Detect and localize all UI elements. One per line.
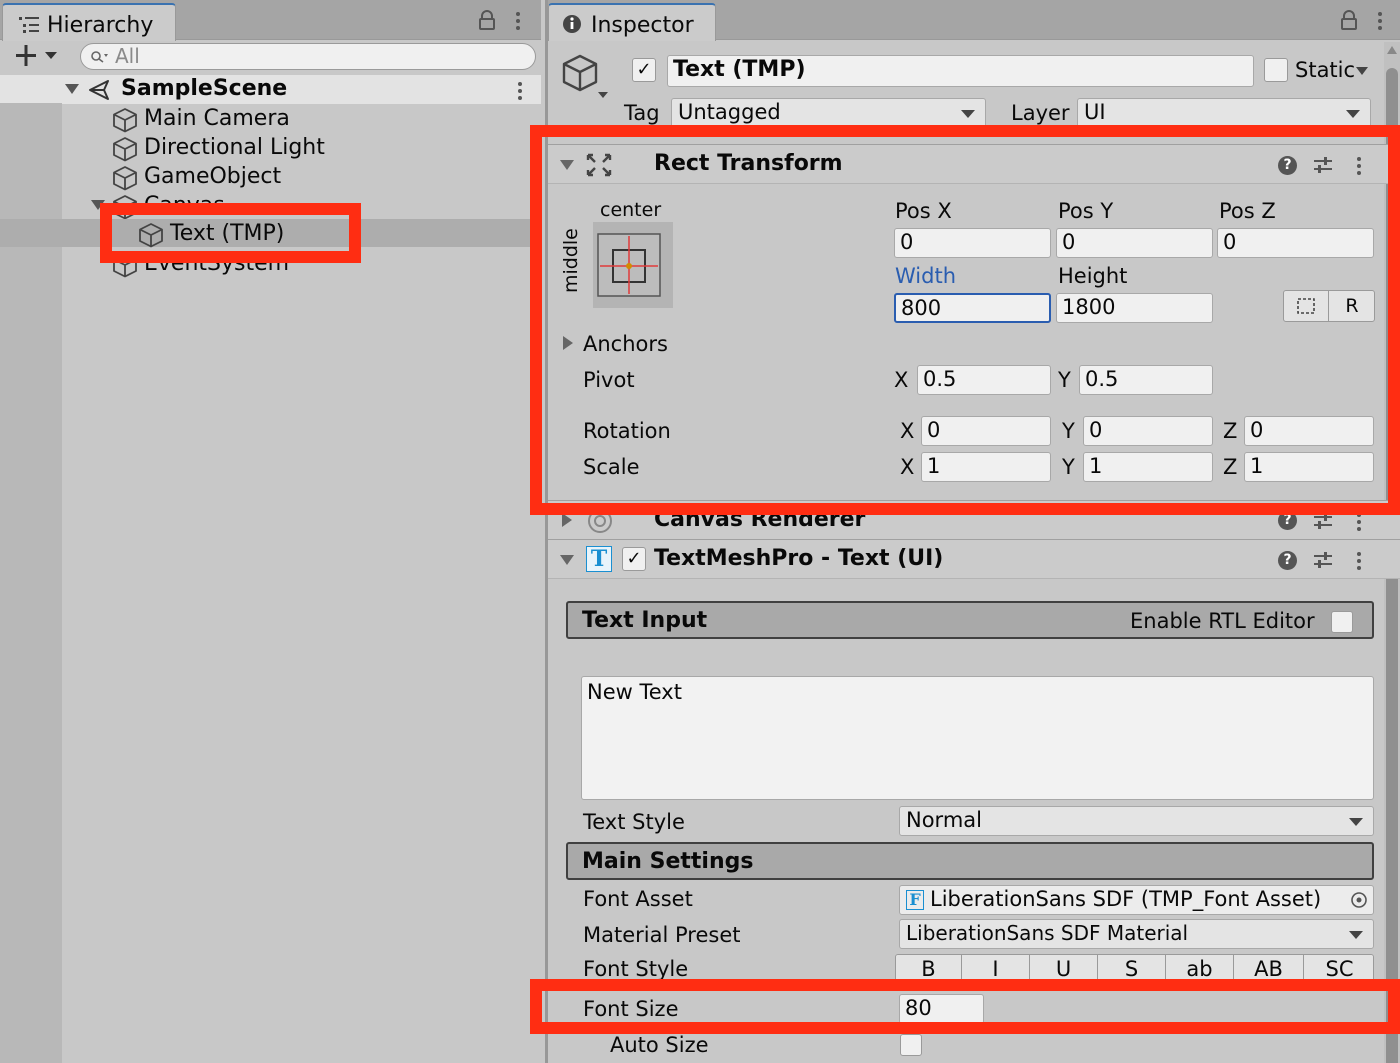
main-settings-label: Main Settings <box>582 849 754 874</box>
rtl-label: Enable RTL Editor <box>1130 609 1315 633</box>
hierarchy-item-main-camera[interactable]: Main Camera <box>0 104 541 133</box>
hierarchy-menu-icon[interactable] <box>516 19 520 23</box>
gameobject-cube-icon <box>113 137 137 162</box>
component-menu-icon[interactable] <box>1357 559 1361 563</box>
rtl-checkbox[interactable] <box>1331 611 1353 633</box>
material-preset-value: LiberationSans SDF Material <box>906 921 1189 945</box>
scene-menu-icon[interactable] <box>518 89 522 93</box>
presets-icon[interactable] <box>1312 550 1334 570</box>
tab-hierarchy[interactable]: Hierarchy <box>2 3 176 41</box>
text-input-section: Text Input Enable RTL Editor <box>566 601 1374 639</box>
gameobject-cube-icon <box>113 166 137 191</box>
tab-inspector[interactable]: Inspector <box>548 3 716 41</box>
hierarchy-item-gameobject[interactable]: GameObject <box>0 162 541 191</box>
font-asset-value: LiberationSans SDF (TMP_Font Asset) <box>930 887 1322 911</box>
tag-value: Untagged <box>678 100 781 124</box>
layer-value: UI <box>1084 100 1106 124</box>
item-label: Directional Light <box>144 135 325 160</box>
font-asset-field[interactable]: F LiberationSans SDF (TMP_Font Asset) <box>899 885 1374 915</box>
static-dropdown-icon[interactable] <box>1356 67 1368 75</box>
tmp-enabled-checkbox[interactable]: ✓ <box>622 547 646 571</box>
gameobject-cube-icon <box>113 108 137 133</box>
material-preset-dropdown[interactable]: LiberationSans SDF Material <box>899 919 1374 949</box>
info-icon <box>563 15 581 33</box>
auto-size-checkbox[interactable] <box>900 1034 922 1056</box>
tmp-header[interactable]: T ✓ TextMeshPro - Text (UI) ? <box>548 539 1400 579</box>
tmp-title: TextMeshPro - Text (UI) <box>654 546 944 571</box>
static-label: Static <box>1295 58 1356 82</box>
scene-row[interactable]: SampleScene <box>0 75 541 104</box>
lock-icon[interactable] <box>478 10 496 30</box>
hierarchy-tabbar: Hierarchy <box>0 0 541 41</box>
object-picker-icon[interactable] <box>1350 891 1368 909</box>
collapse-icon[interactable] <box>560 555 574 565</box>
inspector-menu-icon[interactable] <box>1378 19 1382 23</box>
scroll-up-icon[interactable] <box>1387 46 1397 54</box>
tab-inspector-label: Inspector <box>591 13 694 38</box>
hierarchy-panel: Hierarchy All SampleScene Main Camera Di… <box>0 0 541 1063</box>
gameobject-cube-icon <box>562 54 608 98</box>
list-icon <box>19 17 39 33</box>
expand-icon[interactable] <box>65 84 79 94</box>
highlight-box-hierarchy-item <box>100 203 361 263</box>
textmeshpro-icon: T <box>586 546 612 572</box>
highlight-box-rect-transform <box>530 125 1400 515</box>
material-preset-label: Material Preset <box>583 923 741 947</box>
scene-name: SampleScene <box>121 76 288 101</box>
font-style-label: Font Style <box>583 957 689 981</box>
inspector-tabbar: Inspector <box>548 0 1400 41</box>
chevron-down-icon <box>1349 931 1363 939</box>
font-asset-icon: F <box>906 890 924 910</box>
hierarchy-search-input[interactable]: All <box>80 43 536 70</box>
layer-dropdown[interactable]: UI <box>1077 98 1371 128</box>
chevron-down-icon <box>1349 818 1363 826</box>
text-input-area[interactable]: New Text <box>581 676 1374 800</box>
item-label: GameObject <box>144 164 282 189</box>
item-label: Main Camera <box>144 106 290 131</box>
hierarchy-gutter <box>0 103 62 1063</box>
font-asset-label: Font Asset <box>583 887 693 911</box>
layer-label: Layer <box>1011 101 1070 125</box>
lock-icon[interactable] <box>1340 10 1358 30</box>
tab-hierarchy-label: Hierarchy <box>47 13 154 38</box>
component-menu-icon[interactable] <box>1357 520 1361 524</box>
search-placeholder: All <box>115 44 140 68</box>
add-button[interactable] <box>14 43 64 69</box>
search-icon <box>91 51 108 63</box>
text-input-label: Text Input <box>582 608 708 633</box>
help-icon[interactable]: ? <box>1278 551 1297 570</box>
unity-scene-icon <box>89 80 109 100</box>
main-settings-section: Main Settings <box>566 842 1374 880</box>
expand-icon[interactable] <box>562 513 572 527</box>
static-checkbox[interactable] <box>1264 58 1288 82</box>
chevron-down-icon <box>961 110 975 118</box>
hierarchy-item-directional-light[interactable]: Directional Light <box>0 133 541 162</box>
highlight-box-font-size <box>530 979 1400 1034</box>
tag-dropdown[interactable]: Untagged <box>671 98 986 128</box>
text-style-value: Normal <box>906 808 982 832</box>
active-checkbox[interactable]: ✓ <box>632 58 656 82</box>
tag-label: Tag <box>624 101 660 125</box>
text-style-dropdown[interactable]: Normal <box>899 806 1374 836</box>
plus-icon <box>16 45 57 66</box>
text-style-label: Text Style <box>583 810 685 834</box>
object-name-field[interactable]: Text (TMP) <box>667 55 1254 87</box>
chevron-down-icon <box>1346 110 1360 118</box>
auto-size-label: Auto Size <box>610 1033 709 1057</box>
